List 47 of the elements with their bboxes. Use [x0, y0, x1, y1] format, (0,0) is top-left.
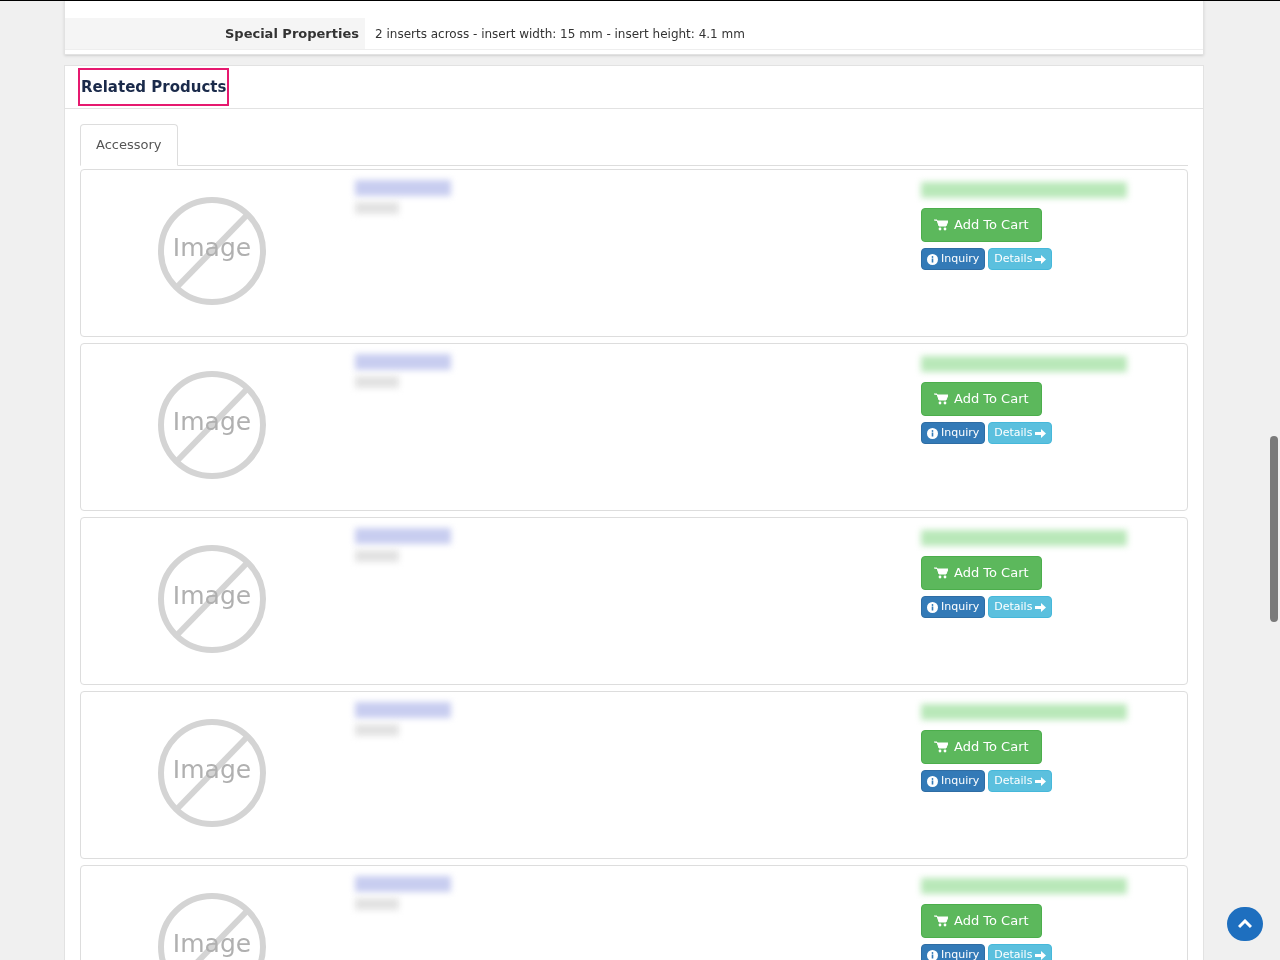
chevron-up-icon [1238, 919, 1252, 929]
info-icon [927, 949, 938, 960]
add-to-cart-button[interactable]: Add To Cart [921, 382, 1042, 416]
details-button[interactable]: Details [988, 770, 1053, 792]
property-label: Special Properties [65, 18, 365, 49]
inquiry-button[interactable]: Inquiry [921, 422, 986, 444]
scrollbar[interactable] [1270, 436, 1278, 622]
info-icon [927, 601, 938, 613]
details-button[interactable]: Details [988, 422, 1053, 444]
inquiry-button[interactable]: Inquiry [921, 770, 986, 792]
arrow-right-icon [1035, 776, 1047, 786]
info-icon [927, 427, 938, 439]
placeholder-text: Image [171, 930, 253, 958]
arrow-right-icon [1035, 254, 1047, 264]
placeholder-text: Image [171, 408, 253, 436]
tab[interactable]: Accessory [80, 124, 178, 166]
arrow-right-icon [1035, 602, 1047, 612]
add-to-cart-button[interactable]: Add To Cart [921, 208, 1042, 242]
redacted-text [355, 550, 399, 562]
info-icon [927, 775, 938, 787]
back-to-top-button[interactable] [1227, 907, 1263, 941]
arrow-right-icon [1035, 428, 1047, 438]
placeholder-text: Image [171, 756, 253, 784]
section-title: Related Products [78, 68, 230, 106]
cart-icon [934, 741, 948, 753]
property-value: 2 inserts across - insert width: 15 mm - insert height: 4.1 mm [374, 25, 745, 43]
details-button[interactable]: Details [988, 248, 1053, 270]
inquiry-button[interactable]: Inquiry [921, 944, 986, 960]
redacted-text [355, 376, 399, 388]
redacted-text [355, 898, 399, 910]
add-to-cart-button[interactable]: Add To Cart [921, 904, 1042, 938]
redacted-text [355, 724, 399, 736]
details-button[interactable]: Details [988, 944, 1053, 960]
cart-icon [934, 219, 948, 231]
cart-icon [934, 393, 948, 405]
details-button[interactable]: Details [988, 596, 1053, 618]
placeholder-text: Image [171, 234, 253, 262]
inquiry-button[interactable]: Inquiry [921, 596, 986, 618]
add-to-cart-button[interactable]: Add To Cart [921, 730, 1042, 764]
redacted-text [355, 202, 399, 214]
cart-icon [934, 567, 948, 579]
placeholder-text: Image [171, 582, 253, 610]
arrow-right-icon [1035, 950, 1047, 960]
add-to-cart-button[interactable]: Add To Cart [921, 556, 1042, 590]
info-icon [927, 253, 938, 265]
cart-icon [934, 915, 948, 927]
inquiry-button[interactable]: Inquiry [921, 248, 986, 270]
